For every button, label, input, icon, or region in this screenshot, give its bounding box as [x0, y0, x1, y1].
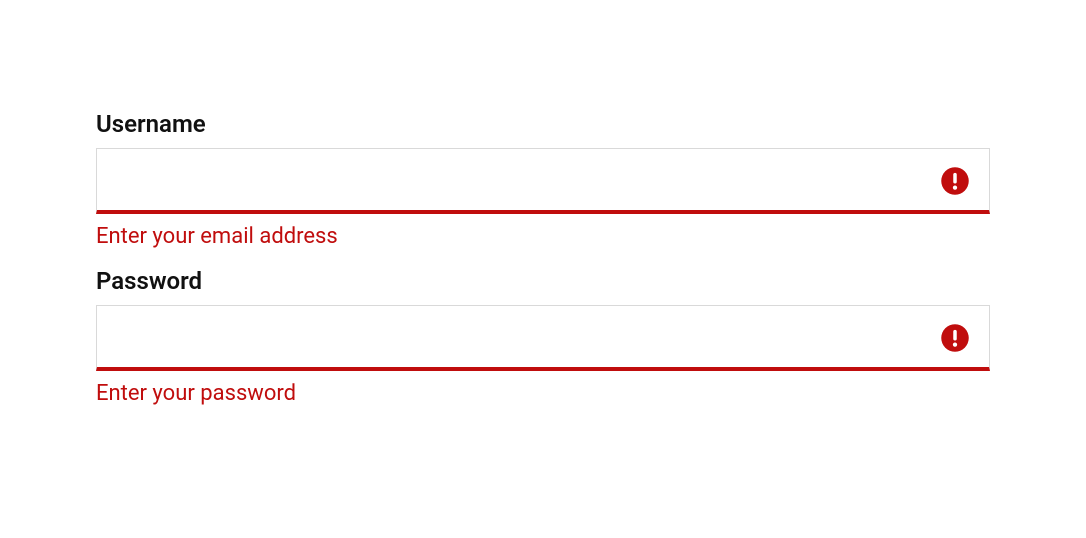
username-label: Username — [96, 110, 990, 138]
username-helper-text: Enter your email address — [96, 224, 990, 249]
password-label: Password — [96, 267, 990, 295]
password-field-group: Password Enter your password — [96, 267, 990, 406]
password-helper-text: Enter your password — [96, 381, 990, 406]
username-input-wrapper — [96, 148, 990, 214]
username-field-group: Username Enter your email address — [96, 110, 990, 249]
password-input[interactable] — [96, 305, 990, 371]
password-input-wrapper — [96, 305, 990, 371]
login-form: Username Enter your email address Passwo… — [96, 110, 990, 406]
username-input[interactable] — [96, 148, 990, 214]
